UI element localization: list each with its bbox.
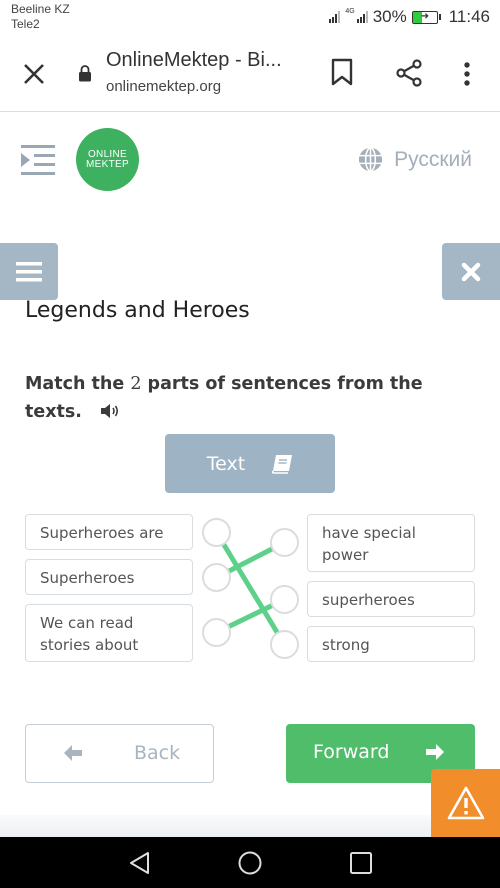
back-triangle-icon[interactable] — [126, 850, 152, 876]
book-icon — [272, 454, 293, 474]
page-title[interactable]: OnlineMektep - Bi... — [106, 49, 282, 72]
task-question: Match the 2 parts of sentences from the … — [25, 370, 465, 426]
site-header: ONLINE MEKTEP Русский — [0, 112, 500, 207]
signal-1-icon — [329, 11, 341, 23]
left-connector[interactable] — [202, 518, 231, 547]
right-item[interactable]: have special power — [307, 514, 475, 572]
carrier-1: Beeline KZ — [11, 2, 70, 16]
page-bottom-edge — [0, 815, 500, 837]
online-mektep-logo[interactable]: ONLINE MEKTEP — [76, 128, 139, 191]
right-connector[interactable] — [270, 630, 299, 659]
report-error-button[interactable] — [431, 769, 500, 837]
carriers: Beeline KZ Tele2 — [11, 2, 70, 32]
right-item-label: have special power — [322, 524, 416, 564]
left-connector[interactable] — [202, 563, 231, 592]
close-lesson-button[interactable] — [442, 243, 500, 300]
lock-icon — [79, 65, 91, 82]
lesson-title: Legends and Heroes — [25, 298, 250, 323]
signal-2-icon — [356, 11, 368, 23]
recents-square-icon[interactable] — [348, 850, 374, 876]
language-label: Русский — [394, 147, 472, 171]
close-icon[interactable] — [20, 60, 48, 88]
battery-charging-icon: ➜ — [411, 10, 438, 24]
close-icon — [461, 262, 481, 281]
left-connector[interactable] — [202, 618, 231, 647]
right-connector[interactable] — [270, 528, 299, 557]
share-icon[interactable] — [394, 58, 424, 88]
status-bar: Beeline KZ Tele2 4G 30% ➜ 11:46 — [0, 0, 500, 36]
left-item-label: Superheroes are — [40, 524, 164, 542]
carrier-2: Tele2 — [11, 17, 40, 31]
sidebar-toggle-icon[interactable] — [20, 144, 56, 176]
browser-toolbar: OnlineMektep - Bi... onlinemektep.org — [0, 36, 500, 112]
battery-percent: 30% — [372, 7, 407, 26]
forward-label: Forward — [313, 741, 390, 763]
arrow-right-icon — [426, 744, 444, 760]
left-item[interactable]: Superheroes are — [25, 514, 193, 550]
bookmark-icon[interactable] — [330, 58, 354, 86]
left-item-label: Superheroes — [40, 569, 135, 587]
battery-tip — [438, 14, 441, 20]
left-item[interactable]: Superheroes — [25, 559, 193, 595]
status-indicators: 4G 30% ➜ 11:46 — [329, 6, 490, 28]
right-connector[interactable] — [270, 585, 299, 614]
more-vert-icon[interactable] — [458, 60, 476, 88]
right-item-label: superheroes — [322, 591, 415, 609]
back-button[interactable]: Back — [25, 724, 214, 783]
warning-icon — [447, 786, 484, 820]
text-button-label: Text — [206, 452, 246, 475]
right-item[interactable]: superheroes — [307, 581, 475, 617]
android-navigation-bar — [0, 837, 500, 888]
text-button[interactable]: Text — [165, 434, 335, 493]
language-selector[interactable]: Русский — [357, 146, 472, 173]
network-type: 4G — [345, 8, 355, 15]
arrow-left-icon — [64, 745, 82, 761]
home-circle-icon[interactable] — [237, 850, 263, 876]
globe-icon — [359, 147, 383, 172]
question-text-start: Match the — [25, 374, 131, 394]
page-url[interactable]: onlinemektep.org — [106, 78, 221, 95]
clock: 11:46 — [448, 7, 490, 26]
question-number: 2 — [130, 374, 142, 394]
hamburger-icon — [16, 261, 42, 281]
logo-line-1: ONLINE — [87, 148, 128, 160]
logo-line-2: MEKTEP — [86, 158, 129, 170]
right-item[interactable]: strong — [307, 626, 475, 662]
lesson-menu-button[interactable] — [0, 243, 58, 300]
right-item-label: strong — [322, 636, 370, 654]
left-item-label: We can read stories about — [40, 614, 139, 654]
speaker-icon[interactable] — [100, 403, 120, 419]
back-label: Back — [134, 742, 181, 764]
left-item[interactable]: We can read stories about — [25, 604, 193, 662]
